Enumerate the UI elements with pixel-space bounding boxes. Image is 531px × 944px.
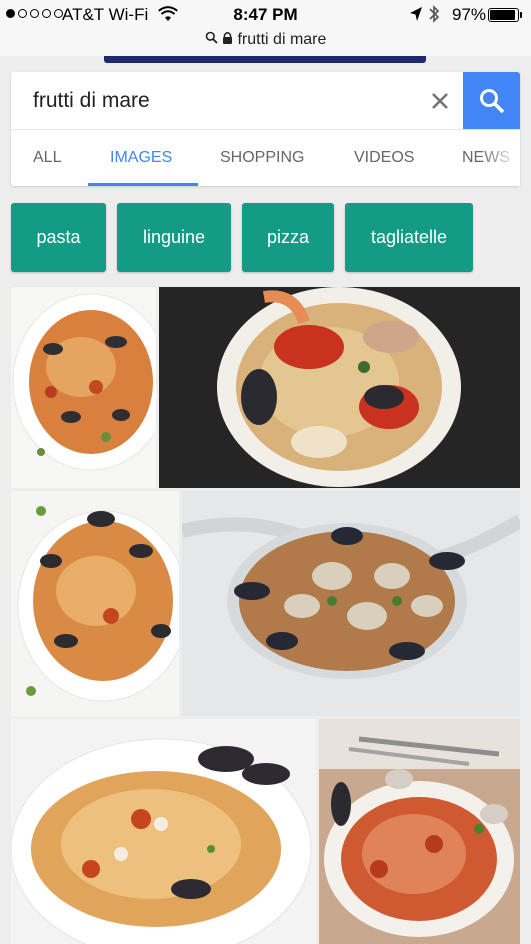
battery-icon (488, 8, 522, 22)
url-bar[interactable]: frutti di mare (0, 30, 531, 56)
image-result[interactable] (159, 287, 520, 488)
chip-pizza[interactable]: pizza (242, 203, 334, 272)
tab-images[interactable]: IMAGES (110, 149, 172, 167)
search-card: ALL IMAGES SHOPPING VIDEOS NEWS (11, 72, 520, 186)
image-result[interactable] (319, 719, 520, 944)
image-result[interactable] (11, 719, 316, 944)
clear-button[interactable] (425, 86, 455, 116)
close-icon (432, 93, 448, 109)
active-tab-indicator (88, 183, 198, 186)
chip-linguine[interactable]: linguine (117, 203, 231, 272)
search-tabs: ALL IMAGES SHOPPING VIDEOS NEWS (11, 130, 520, 186)
image-result[interactable] (11, 491, 179, 716)
tab-videos[interactable]: VIDEOS (354, 149, 414, 167)
search-icon (479, 88, 504, 113)
battery-percent: 97% (452, 5, 487, 24)
bluetooth-icon (428, 4, 440, 29)
image-result[interactable] (182, 491, 520, 716)
tab-all[interactable]: ALL (33, 149, 61, 167)
url-text: frutti di mare (237, 31, 327, 48)
lock-icon (222, 31, 237, 48)
chip-tagliatelle[interactable]: tagliatelle (345, 203, 473, 272)
location-arrow-icon (409, 6, 423, 27)
status-bar: AT&T Wi-Fi 8:47 PM 97% (0, 0, 531, 30)
tab-shopping[interactable]: SHOPPING (220, 149, 304, 167)
top-banner-strip (104, 56, 426, 63)
search-input[interactable] (11, 72, 463, 129)
image-result[interactable] (11, 287, 156, 488)
chip-pasta[interactable]: pasta (11, 203, 106, 272)
search-small-icon (205, 31, 222, 48)
search-button[interactable] (463, 72, 520, 129)
